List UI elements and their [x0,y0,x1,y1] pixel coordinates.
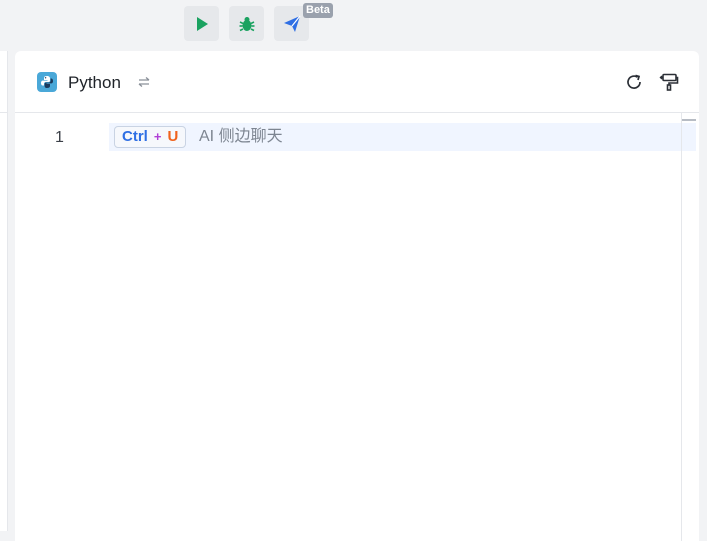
line-number: 1 [55,129,64,146]
format-button[interactable] [658,71,680,93]
language-label[interactable]: Python [68,72,121,94]
refresh-icon [627,74,641,89]
format-paint-icon [659,73,679,91]
run-button[interactable] [184,6,219,41]
bug-icon [239,16,254,31]
top-toolbar: Beta [0,0,707,50]
panel-header: Python [15,51,699,113]
shortcut-plus: + [153,129,162,144]
left-panel-divider [0,112,7,113]
debug-button[interactable] [229,6,264,41]
shortcut-ctrl: Ctrl [122,128,148,145]
shortcut-badge: Ctrl + U [114,126,187,148]
vertical-scrollbar[interactable] [681,113,682,541]
left-panel-edge [0,51,8,531]
code-panel: Python 1 Ctrl + U AI 侧边聊天 [15,51,699,541]
shortcut-key: U [167,128,179,145]
active-line[interactable]: Ctrl + U AI 侧边聊天 [109,123,696,151]
scrollbar-thumb[interactable] [682,119,696,121]
code-editor[interactable]: 1 Ctrl + U AI 侧边聊天 [15,113,699,541]
python-icon [37,72,57,92]
refresh-button[interactable] [623,71,645,93]
play-icon [196,16,208,31]
swap-icon[interactable] [136,74,152,90]
beta-badge: Beta [303,3,333,18]
ai-chat-hint: AI 侧边聊天 [199,128,283,145]
send-icon [283,15,300,32]
